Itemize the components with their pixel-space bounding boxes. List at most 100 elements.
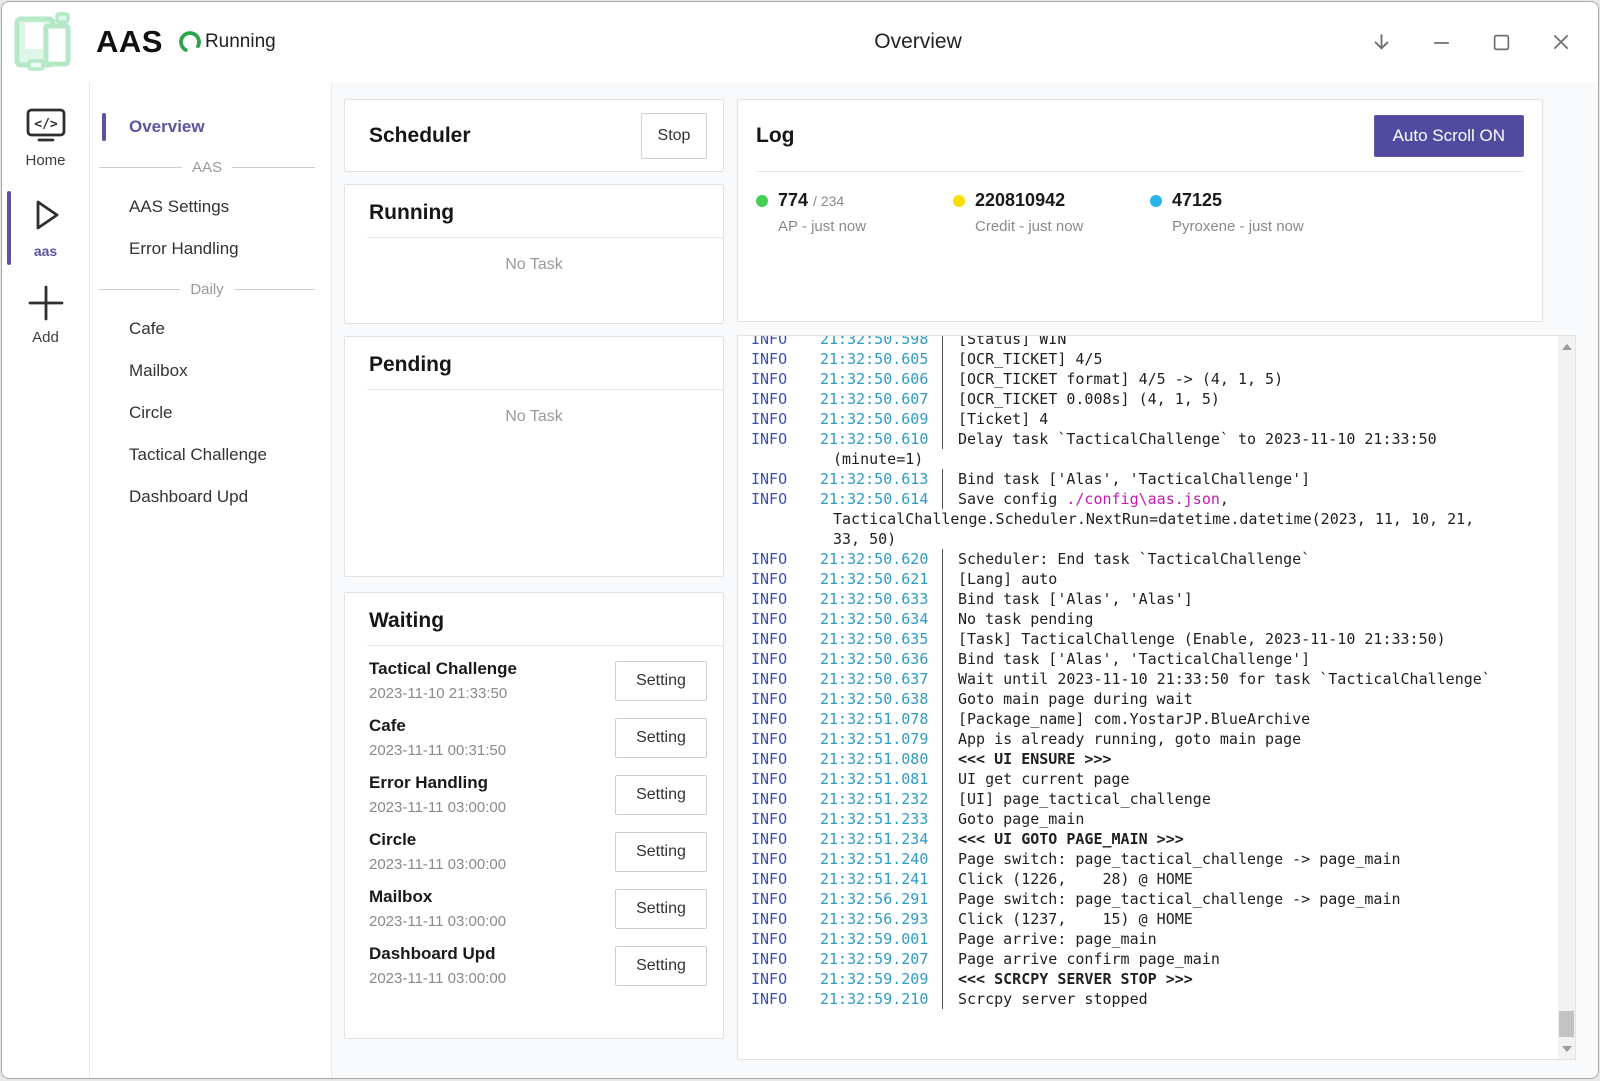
log-level: INFO xyxy=(738,929,820,949)
main-content: Scheduler Stop Running No Task Pending N… xyxy=(332,82,1598,1078)
rail-item-aas[interactable]: aas xyxy=(2,187,89,269)
waiting-title: Waiting xyxy=(345,609,723,645)
divider xyxy=(756,171,1524,172)
log-entry: INFO21:32:50.637Wait until 2023-11-10 21… xyxy=(738,669,1558,689)
task-setting-button[interactable]: Setting xyxy=(615,946,707,986)
stat-value: 220810942 xyxy=(975,190,1065,211)
log-message: Scheduler: End task `TacticalChallenge` xyxy=(942,549,1310,569)
log-card: Log Auto Scroll ON 774/ 234AP - just now… xyxy=(737,99,1543,322)
log-entry-continuation: TacticalChallenge.Scheduler.NextRun=date… xyxy=(738,509,1558,529)
scroll-down-icon[interactable] xyxy=(1558,1040,1575,1057)
log-timestamp: 21:32:50.605 xyxy=(820,349,942,369)
task-name: Tactical Challenge xyxy=(369,659,615,679)
task-setting-button[interactable]: Setting xyxy=(615,889,707,929)
log-entry: INFO21:32:51.078[Package_name] com.Yosta… xyxy=(738,709,1558,729)
sidebar-item-overview[interactable]: Overview xyxy=(90,106,331,148)
log-level: INFO xyxy=(738,969,820,989)
log-entry: INFO21:32:50.634No task pending xyxy=(738,609,1558,629)
task-next-run: 2023-11-11 03:00:00 xyxy=(369,799,615,816)
log-message: [UI] page_tactical_challenge xyxy=(942,789,1211,809)
log-timestamp: 21:32:50.636 xyxy=(820,649,942,669)
pending-card: Pending No Task xyxy=(344,336,724,577)
auto-scroll-button[interactable]: Auto Scroll ON xyxy=(1374,115,1524,157)
log-message: UI get current page xyxy=(942,769,1130,789)
sidebar-item-dashboard-upd[interactable]: Dashboard Upd xyxy=(90,476,331,518)
log-message: Wait until 2023-11-10 21:33:50 for task … xyxy=(942,669,1491,689)
log-timestamp: 21:32:56.291 xyxy=(820,889,942,909)
log-entry: INFO21:32:50.613Bind task ['Alas', 'Tact… xyxy=(738,469,1558,489)
close-button[interactable] xyxy=(1550,31,1572,53)
log-level: INFO xyxy=(738,629,820,649)
log-timestamp: 21:32:59.210 xyxy=(820,989,942,1009)
sidebar-item-mailbox[interactable]: Mailbox xyxy=(90,350,331,392)
stat-dot-icon xyxy=(1150,195,1162,207)
scheduler-stop-button[interactable]: Stop xyxy=(641,113,707,159)
task-setting-button[interactable]: Setting xyxy=(615,832,707,872)
log-timestamp: 21:32:50.607 xyxy=(820,389,942,409)
task-setting-button[interactable]: Setting xyxy=(615,718,707,758)
log-level: INFO xyxy=(738,569,820,589)
sidebar-item-aas-settings[interactable]: AAS Settings xyxy=(90,186,331,228)
task-name: Error Handling xyxy=(369,773,615,793)
log-entry: INFO21:32:56.293Click (1237, 15) @ HOME xyxy=(738,909,1558,929)
log-message: Page arrive: page_main xyxy=(942,929,1157,949)
log-message: Page switch: page_tactical_challenge -> … xyxy=(942,889,1401,909)
log-entry: INFO21:32:50.633Bind task ['Alas', 'Alas… xyxy=(738,589,1558,609)
log-message: Page switch: page_tactical_challenge -> … xyxy=(942,849,1401,869)
log-entry: INFO21:32:50.620Scheduler: End task `Tac… xyxy=(738,549,1558,569)
log-entry: INFO21:32:59.210Scrcpy server stopped xyxy=(738,989,1558,1009)
log-timestamp: 21:32:50.621 xyxy=(820,569,942,589)
stat-dot-icon xyxy=(756,195,768,207)
log-level: INFO xyxy=(738,909,820,929)
task-info: Dashboard Upd2023-11-11 03:00:00 xyxy=(369,944,615,987)
svg-text:</>: </> xyxy=(34,117,58,132)
log-timestamp: 21:32:51.081 xyxy=(820,769,942,789)
task-setting-button[interactable]: Setting xyxy=(615,775,707,815)
sidebar-item-cafe[interactable]: Cafe xyxy=(90,308,331,350)
log-message: [Package_name] com.YostarJP.BlueArchive xyxy=(942,709,1310,729)
running-card: Running No Task xyxy=(344,184,724,324)
log-entry: INFO21:32:59.207Page arrive confirm page… xyxy=(738,949,1558,969)
log-scrollbar[interactable] xyxy=(1558,336,1575,1059)
waiting-task-row-cafe: Cafe2023-11-11 00:31:50Setting xyxy=(369,709,707,766)
log-message: Click (1226, 28) @ HOME xyxy=(942,869,1193,889)
rail-item-add[interactable]: Add xyxy=(2,277,89,356)
task-info: Cafe2023-11-11 00:31:50 xyxy=(369,716,615,759)
scroll-up-icon[interactable] xyxy=(1558,338,1575,355)
log-entry-continuation: (minute=1) xyxy=(738,449,1558,469)
log-entry: INFO21:32:51.232[UI] page_tactical_chall… xyxy=(738,789,1558,809)
log-timestamp: 21:32:51.240 xyxy=(820,849,942,869)
task-info: Tactical Challenge2023-11-10 21:33:50 xyxy=(369,659,615,702)
log-entry: INFO21:32:51.079App is already running, … xyxy=(738,729,1558,749)
log-entry: INFO21:32:50.605[OCR_TICKET] 4/5 xyxy=(738,349,1558,369)
task-name: Cafe xyxy=(369,716,615,736)
pending-title: Pending xyxy=(345,353,723,389)
log-message: Bind task ['Alas', 'TacticalChallenge'] xyxy=(942,469,1310,489)
log-timestamp: 21:32:50.614 xyxy=(820,489,942,509)
task-info: Mailbox2023-11-11 03:00:00 xyxy=(369,887,615,930)
waiting-card: Waiting Tactical Challenge2023-11-10 21:… xyxy=(344,592,724,1039)
log-level: INFO xyxy=(738,669,820,689)
log-output[interactable]: INFO21:32:50.598[Status] WININFO21:32:50… xyxy=(737,335,1576,1060)
log-timestamp: 21:32:56.293 xyxy=(820,909,942,929)
log-message-wrap: TacticalChallenge.Scheduler.NextRun=date… xyxy=(738,509,1474,529)
nav-section-label: Daily xyxy=(180,281,233,298)
log-entry-continuation: 33, 50) xyxy=(738,529,1558,549)
maximize-button[interactable] xyxy=(1490,31,1512,53)
log-timestamp: 21:32:50.598 xyxy=(820,335,942,349)
sidebar-item-error-handling[interactable]: Error Handling xyxy=(90,228,331,270)
log-level: INFO xyxy=(738,609,820,629)
scrollbar-thumb[interactable] xyxy=(1559,1011,1574,1037)
sidebar-item-tactical-challenge[interactable]: Tactical Challenge xyxy=(90,434,331,476)
log-level: INFO xyxy=(738,989,820,1009)
rail-item-home[interactable]: </> Home xyxy=(2,100,89,179)
update-download-button[interactable] xyxy=(1370,31,1392,53)
icon-rail: </> Home aas Add xyxy=(2,82,90,1078)
sidebar-item-circle[interactable]: Circle xyxy=(90,392,331,434)
task-setting-button[interactable]: Setting xyxy=(615,661,707,701)
minimize-button[interactable] xyxy=(1430,31,1452,53)
log-timestamp: 21:32:51.233 xyxy=(820,809,942,829)
log-entry: INFO21:32:50.610Delay task `TacticalChal… xyxy=(738,429,1558,449)
running-empty-label: No Task xyxy=(345,238,723,292)
log-level: INFO xyxy=(738,809,820,829)
